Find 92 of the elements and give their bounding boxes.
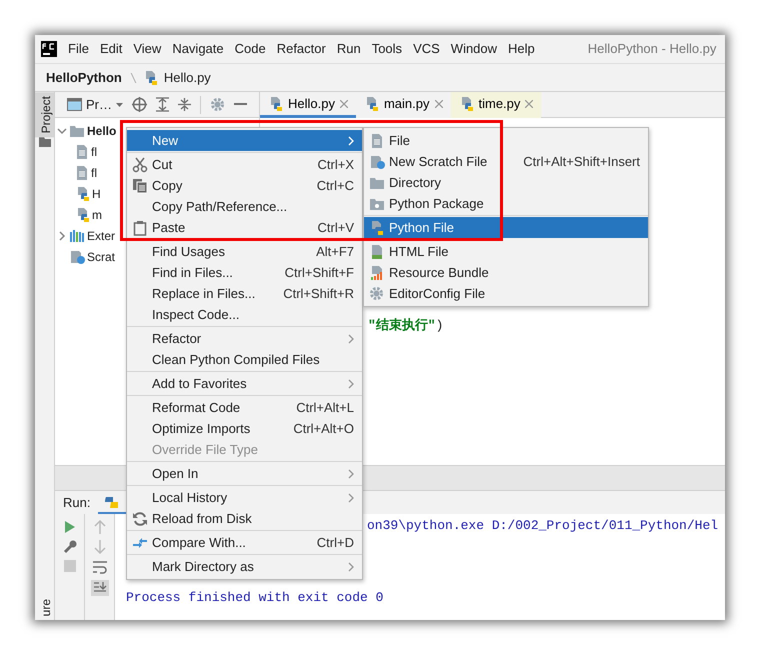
menu-item[interactable]: Directory bbox=[364, 172, 648, 193]
tree-item[interactable]: m bbox=[92, 206, 102, 224]
menu-item[interactable]: Tools bbox=[372, 39, 402, 59]
wrench-icon bbox=[62, 540, 76, 554]
collapse-all-icon bbox=[178, 97, 191, 112]
tree-item[interactable]: H bbox=[92, 184, 101, 202]
tree-item[interactable]: fl bbox=[91, 164, 97, 182]
tree-item[interactable]: fl bbox=[91, 142, 97, 160]
menu-item[interactable]: Copy Ctrl+C bbox=[127, 175, 362, 196]
tool-window-tab[interactable]: Project bbox=[35, 92, 54, 138]
menu-item[interactable]: Python File bbox=[364, 217, 648, 238]
gear-icon bbox=[369, 286, 384, 301]
scratch-file-icon bbox=[69, 248, 85, 264]
scroll-to-end-icon bbox=[90, 580, 108, 596]
caret-icon bbox=[116, 102, 123, 106]
tree-folder-label[interactable]: Hello bbox=[87, 122, 116, 140]
stop-icon bbox=[64, 560, 76, 572]
menu-item[interactable]: Window bbox=[450, 39, 498, 59]
python-file-icon bbox=[268, 96, 283, 112]
editor-tab[interactable]: time.py bbox=[450, 92, 542, 118]
settings-icon bbox=[210, 97, 225, 112]
menu-item[interactable]: Local History bbox=[127, 487, 362, 508]
tool-window-tab[interactable]: ure bbox=[35, 594, 54, 620]
view-dropdown[interactable]: Pr… bbox=[67, 94, 123, 114]
locate-icon bbox=[132, 97, 147, 112]
close-icon bbox=[340, 100, 348, 108]
file-icon bbox=[75, 144, 89, 160]
menu-item[interactable]: Compare With... Ctrl+D bbox=[127, 532, 362, 553]
menu-item[interactable]: Replace in Files... Ctrl+Shift+R bbox=[127, 283, 362, 304]
code-line: "结束执行") bbox=[368, 317, 444, 335]
menu-item[interactable]: Run bbox=[336, 39, 361, 59]
breadcrumb-item[interactable]: HelloPython bbox=[46, 68, 122, 88]
menu-item[interactable]: View bbox=[133, 39, 162, 59]
folder-icon bbox=[69, 124, 85, 138]
bundle-chart-icon bbox=[368, 264, 384, 280]
menu-item[interactable]: Cut Ctrl+X bbox=[127, 154, 362, 175]
console-output: Process finished with exit code 0 bbox=[125, 588, 384, 606]
close-icon bbox=[434, 100, 442, 108]
run-icon bbox=[64, 520, 76, 534]
library-icon bbox=[69, 228, 85, 242]
menu-item[interactable]: Refactor bbox=[276, 39, 326, 59]
menu-item[interactable]: New Scratch File Ctrl+Alt+Shift+Insert bbox=[364, 151, 648, 172]
menu-item[interactable]: Add to Favorites bbox=[127, 373, 362, 394]
menu-item[interactable]: Resource Bundle bbox=[364, 262, 648, 283]
menu-item[interactable]: HTML File bbox=[364, 241, 648, 262]
clipboard-icon bbox=[132, 220, 146, 236]
menu-item[interactable]: Optimize Imports Ctrl+Alt+O bbox=[127, 418, 362, 439]
run-label: Run: bbox=[63, 494, 90, 512]
minimize-icon bbox=[234, 103, 247, 106]
menu-item[interactable]: Paste Ctrl+V bbox=[127, 217, 362, 238]
expand-all-icon bbox=[156, 97, 169, 112]
menu-item[interactable]: EditorConfig File bbox=[364, 283, 648, 304]
scratch-file-icon bbox=[368, 154, 384, 170]
menu-item[interactable]: Clean Python Compiled Files bbox=[127, 349, 362, 370]
file-icon bbox=[75, 164, 89, 180]
tree-item[interactable]: Scrat bbox=[87, 248, 116, 266]
menu-item[interactable]: Mark Directory as bbox=[127, 556, 362, 577]
package-folder-icon bbox=[368, 196, 384, 210]
menu-item[interactable]: Find in Files... Ctrl+Shift+F bbox=[127, 262, 362, 283]
menu-item[interactable]: Copy Path/Reference... bbox=[127, 196, 362, 217]
menu-item[interactable]: Code bbox=[234, 39, 266, 59]
app-logo-icon bbox=[41, 41, 57, 57]
menu-item[interactable]: Edit bbox=[100, 39, 122, 59]
up-arrow-icon bbox=[94, 520, 106, 534]
menu-item[interactable]: Inspect Code... bbox=[127, 304, 362, 325]
menu-item[interactable]: VCS bbox=[413, 39, 440, 59]
breadcrumb-item[interactable]: Hello.py bbox=[164, 68, 211, 88]
down-arrow-icon bbox=[94, 540, 106, 554]
window-title: HelloPython - Hello.py bbox=[588, 40, 716, 58]
tree-item[interactable]: Exter bbox=[87, 226, 116, 244]
menu-item[interactable]: File bbox=[364, 130, 648, 151]
python-file-icon bbox=[75, 206, 90, 222]
menu-item[interactable]: Python Package bbox=[364, 193, 648, 214]
folder-icon bbox=[368, 176, 384, 190]
python-file-icon bbox=[75, 186, 90, 202]
close-icon bbox=[525, 100, 534, 108]
soft-wrap-icon bbox=[92, 560, 106, 574]
scissors-icon bbox=[132, 156, 148, 172]
menu-item[interactable]: File bbox=[68, 39, 89, 59]
menu-item[interactable]: Refactor bbox=[127, 328, 362, 349]
window-icon bbox=[67, 98, 82, 111]
file-icon bbox=[370, 132, 384, 148]
python-file-icon bbox=[369, 220, 384, 236]
copy-icon bbox=[132, 178, 148, 194]
menu-item[interactable]: Navigate bbox=[172, 39, 224, 59]
menu-item[interactable]: New bbox=[127, 130, 362, 151]
menu-item[interactable]: Reformat Code Ctrl+Alt+L bbox=[127, 397, 362, 418]
menu-item[interactable]: Help bbox=[508, 39, 535, 59]
console-command: on39\python.exe D:/002_Project/011_Python/Hel bbox=[367, 517, 718, 535]
menu-item[interactable]: Reload from Disk bbox=[127, 508, 362, 529]
menu-item[interactable]: Find Usages Alt+F7 bbox=[127, 241, 362, 262]
reload-icon bbox=[132, 510, 148, 526]
